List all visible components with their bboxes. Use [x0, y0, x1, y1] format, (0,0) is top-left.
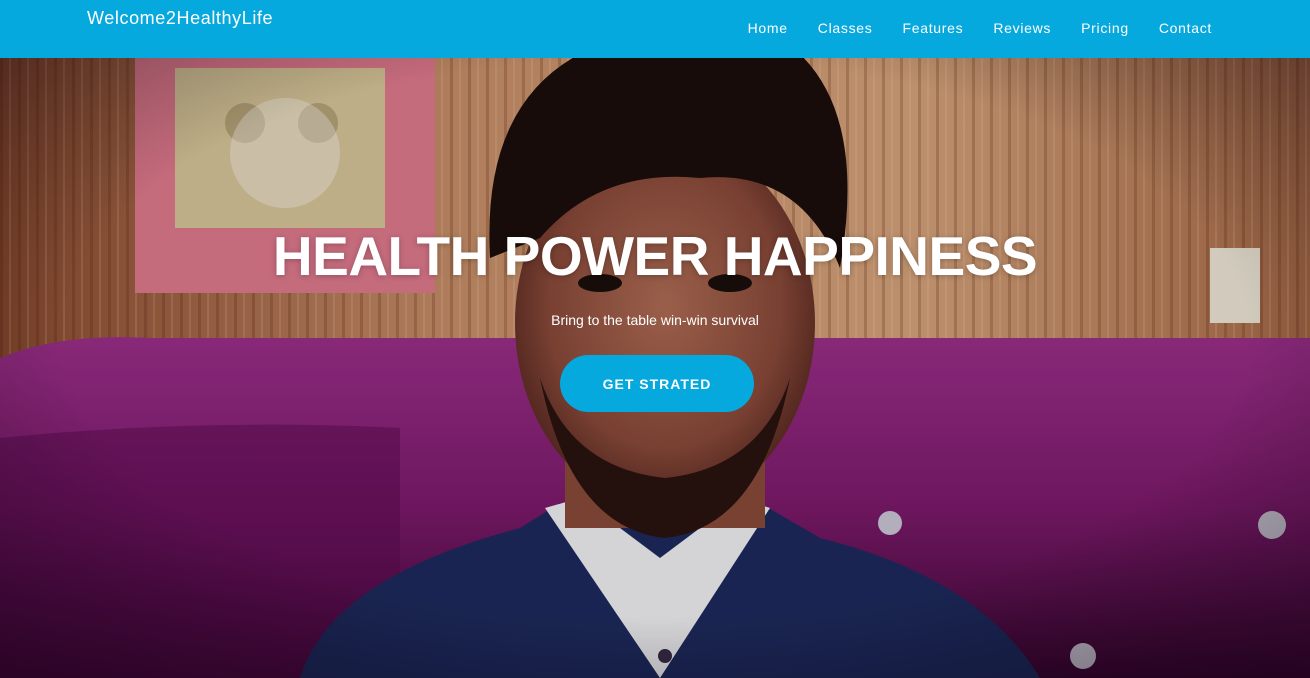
brand-logo-link[interactable]: Welcome2HealthyLife — [87, 8, 273, 29]
nav-link-home[interactable]: Home — [748, 19, 788, 37]
hero-section: HEALTH POWER HAPPINESS Bring to the tabl… — [0, 58, 1310, 678]
nav-link-classes[interactable]: Classes — [818, 19, 873, 37]
nav-link-reviews[interactable]: Reviews — [993, 19, 1051, 37]
nav-link-pricing[interactable]: Pricing — [1081, 19, 1129, 37]
main-nav: Home Classes Features Reviews Pricing Co… — [718, 19, 1212, 37]
nav-link-features[interactable]: Features — [902, 19, 963, 37]
hero-content: HEALTH POWER HAPPINESS Bring to the tabl… — [0, 58, 1310, 678]
navbar: Welcome2HealthyLife Home Classes Feature… — [0, 0, 1310, 58]
hero-subtitle: Bring to the table win-win survival — [551, 312, 759, 328]
get-started-button[interactable]: GET STRATED — [560, 355, 754, 412]
nav-link-contact[interactable]: Contact — [1159, 19, 1212, 37]
hero-title: HEALTH POWER HAPPINESS — [272, 225, 1038, 287]
